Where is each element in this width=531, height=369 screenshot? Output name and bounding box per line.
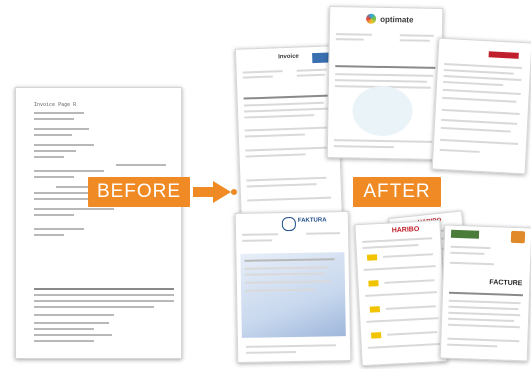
facture-title: FACTURE	[489, 279, 523, 288]
facture-doc: FACTURE	[439, 224, 531, 362]
faktura-title: FAKTURA	[297, 217, 327, 224]
optimate-brand: optimate	[380, 14, 414, 25]
invoice-title: Invoice	[278, 53, 299, 61]
after-label: AFTER	[353, 177, 441, 207]
haribo-brand-front: HARIBO	[391, 225, 420, 235]
faktura-doc: FAKTURA	[234, 211, 352, 363]
blue-seal-icon	[281, 216, 297, 232]
arrow-right-icon	[193, 181, 233, 203]
optimate-logo-icon	[366, 13, 377, 24]
before-header-text: Invoice Page R	[34, 102, 77, 108]
red-logo-icon	[488, 51, 519, 59]
blue-panel	[240, 252, 346, 338]
optimate-invoice-doc: optimate	[326, 6, 444, 160]
haribo-logo-icon-2	[368, 280, 379, 287]
haribo-doc-front: HARIBO	[354, 219, 448, 367]
haribo-logo-icon	[366, 254, 378, 261]
watermark-circle	[352, 85, 413, 137]
haribo-logo-icon-3	[369, 306, 380, 313]
haribo-logo-icon-4	[371, 332, 382, 339]
before-label: BEFORE	[88, 177, 190, 207]
dot-icon	[231, 189, 237, 195]
facture-seal-icon	[510, 230, 526, 244]
before-plain-invoice: Invoice Page R	[15, 87, 182, 359]
red-form-doc	[431, 37, 531, 175]
facture-logo-icon	[450, 229, 480, 239]
